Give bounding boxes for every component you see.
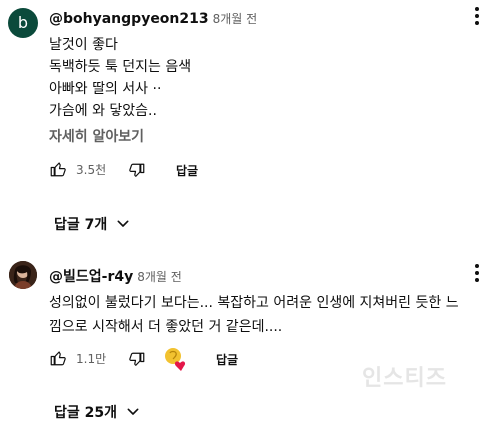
avatar[interactable]: b [8,8,38,38]
replies-count-label: 답글 25개 [54,405,117,421]
replies-toggle[interactable]: 답글 7개 [54,214,131,234]
comment-author[interactable]: @빌드업-r4y [49,269,133,285]
comment-header: @bohyangpyeon213 8개월 전 [49,8,257,27]
replies-count-label: 답글 7개 [54,217,108,233]
watermark: 인스티즈 [362,366,447,391]
more-options-icon[interactable] [475,7,479,25]
like-button[interactable]: 1.1만 [49,349,106,367]
creator-heart-icon [163,346,189,372]
comment-line: 아빠와 딸의 서사 ·· [49,81,162,97]
comment-line: 낌으로 시작해서 더 좋았던 거 같은데.... [49,319,283,335]
avatar-photo [9,261,37,289]
more-options-icon[interactable] [475,264,479,282]
thumbs-down-icon [129,163,145,177]
comment-line: 성의없이 불렀다기 보다는... 복잡하고 어려운 인생에 지쳐버린 듯한 느 [49,295,459,311]
comment-line: 날것이 좋다 [49,37,118,53]
replies-toggle[interactable]: 답글 25개 [54,402,141,422]
dislike-button[interactable] [128,162,146,180]
thumbs-up-icon [50,162,66,177]
avatar[interactable] [9,261,37,289]
like-count: 3.5천 [76,162,107,177]
comment-time[interactable]: 8개월 전 [137,270,182,284]
comment-line: 독백하듯 툭 던지는 음색 [49,59,192,75]
comment-author[interactable]: @bohyangpyeon213 [49,11,209,27]
thumbs-up-icon [50,351,66,366]
read-more-link[interactable]: 자세히 알아보기 [49,126,144,146]
comment-header: @빌드업-r4y 8개월 전 [49,266,182,286]
comment-line: 가슴에 와 닿았슴.. [49,103,157,119]
dislike-button[interactable] [128,351,146,369]
comment-time[interactable]: 8개월 전 [213,12,258,26]
chevron-down-icon [117,220,129,227]
reply-button[interactable]: 답글 [216,351,238,368]
like-count: 1.1만 [76,351,107,366]
like-button[interactable]: 3.5천 [49,160,106,178]
reply-button[interactable]: 답글 [176,162,198,179]
thumbs-down-icon [129,352,145,366]
